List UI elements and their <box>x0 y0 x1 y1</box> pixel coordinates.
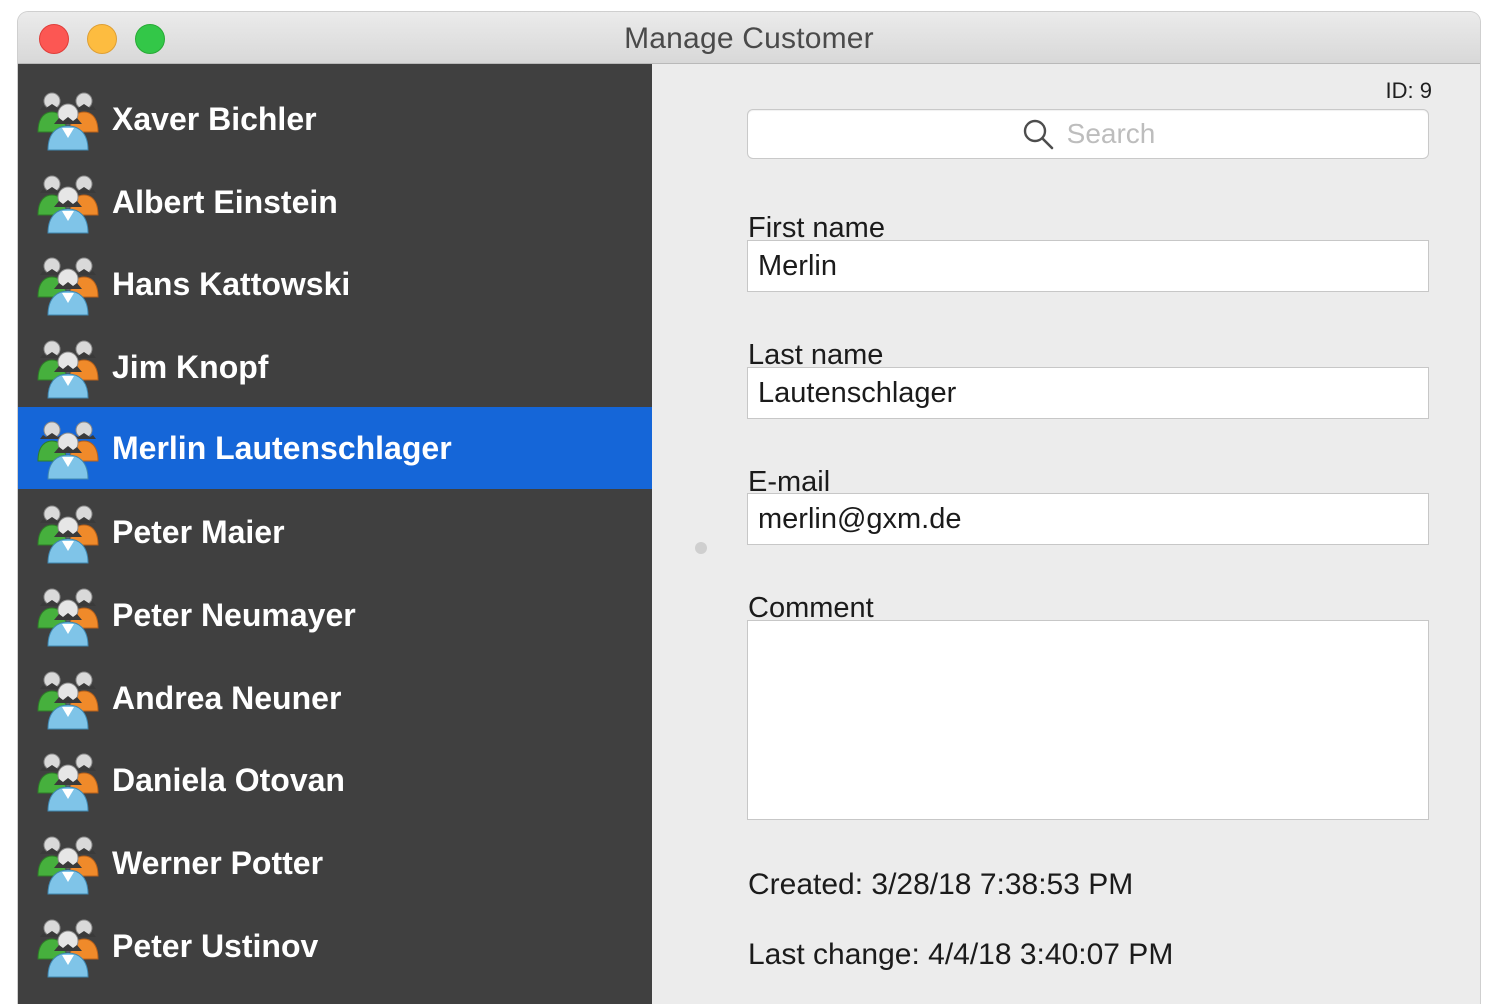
customer-list-item[interactable]: Xaver Bichler <box>18 78 652 160</box>
user-group-icon <box>32 501 104 565</box>
user-group-icon <box>32 88 104 152</box>
user-group-icon <box>32 336 104 400</box>
search-placeholder: Search <box>1066 118 1156 149</box>
customer-list-item-selected[interactable]: Merlin Lautenschlager <box>18 407 652 489</box>
customer-name: Jim Knopf <box>112 349 269 385</box>
customer-name: Andrea Neuner <box>112 680 342 716</box>
customer-detail-panel: ID: 9 Search First name Last name E-mail… <box>652 64 1480 1004</box>
created-timestamp: Created: 3/28/18 7:38:53 PM <box>748 868 1134 901</box>
customer-list-item[interactable]: Peter Neumayer <box>18 574 652 656</box>
title-bar[interactable]: Manage Customer <box>18 12 1480 64</box>
first-name-input[interactable] <box>747 240 1429 292</box>
user-group-icon <box>32 171 104 235</box>
manage-customer-window: Manage Customer Xaver Bichler Albert Ein… <box>18 12 1480 1004</box>
user-group-icon <box>32 584 104 648</box>
user-group-icon <box>32 253 104 317</box>
split-view-handle[interactable] <box>695 542 707 554</box>
customer-id-label: ID: 9 <box>1385 78 1432 103</box>
customer-name: Werner Potter <box>112 845 324 881</box>
window-title: Manage Customer <box>624 22 874 55</box>
customer-name: Daniela Otovan <box>112 762 345 798</box>
customer-list-item[interactable]: Jim Knopf <box>18 326 652 408</box>
customer-list-item[interactable]: Albert Einstein <box>18 161 652 243</box>
user-group-icon <box>32 417 104 481</box>
user-group-icon <box>32 667 104 731</box>
search-field[interactable]: Search <box>747 109 1429 159</box>
user-group-icon <box>32 915 104 979</box>
customer-name: Albert Einstein <box>112 184 338 220</box>
customer-name: Peter Neumayer <box>112 597 356 633</box>
user-group-icon <box>32 832 104 896</box>
customer-name: Hans Kattowski <box>112 266 351 302</box>
customer-list-item[interactable]: Andrea Neuner <box>18 657 652 739</box>
last-change-timestamp: Last change: 4/4/18 3:40:07 PM <box>748 938 1174 971</box>
last-name-input[interactable] <box>747 367 1429 419</box>
customer-list-item[interactable]: Werner Potter <box>18 822 652 904</box>
user-group-icon <box>32 749 104 813</box>
customer-name: Merlin Lautenschlager <box>112 430 452 466</box>
customer-name: Xaver Bichler <box>112 101 317 137</box>
customer-list-item[interactable]: Peter Ustinov <box>18 905 652 987</box>
customer-list-item[interactable]: Peter Maier <box>18 491 652 573</box>
customer-list-item[interactable]: Daniela Otovan <box>18 739 652 821</box>
comment-textarea[interactable] <box>747 620 1429 820</box>
customer-name: Peter Maier <box>112 514 285 550</box>
search-icon <box>1023 119 1053 150</box>
customer-list-item[interactable]: Hans Kattowski <box>18 243 652 325</box>
customer-list[interactable]: Xaver Bichler Albert Einstein Hans Katto… <box>18 64 652 1004</box>
email-input[interactable] <box>747 493 1429 545</box>
customer-name: Peter Ustinov <box>112 928 319 964</box>
